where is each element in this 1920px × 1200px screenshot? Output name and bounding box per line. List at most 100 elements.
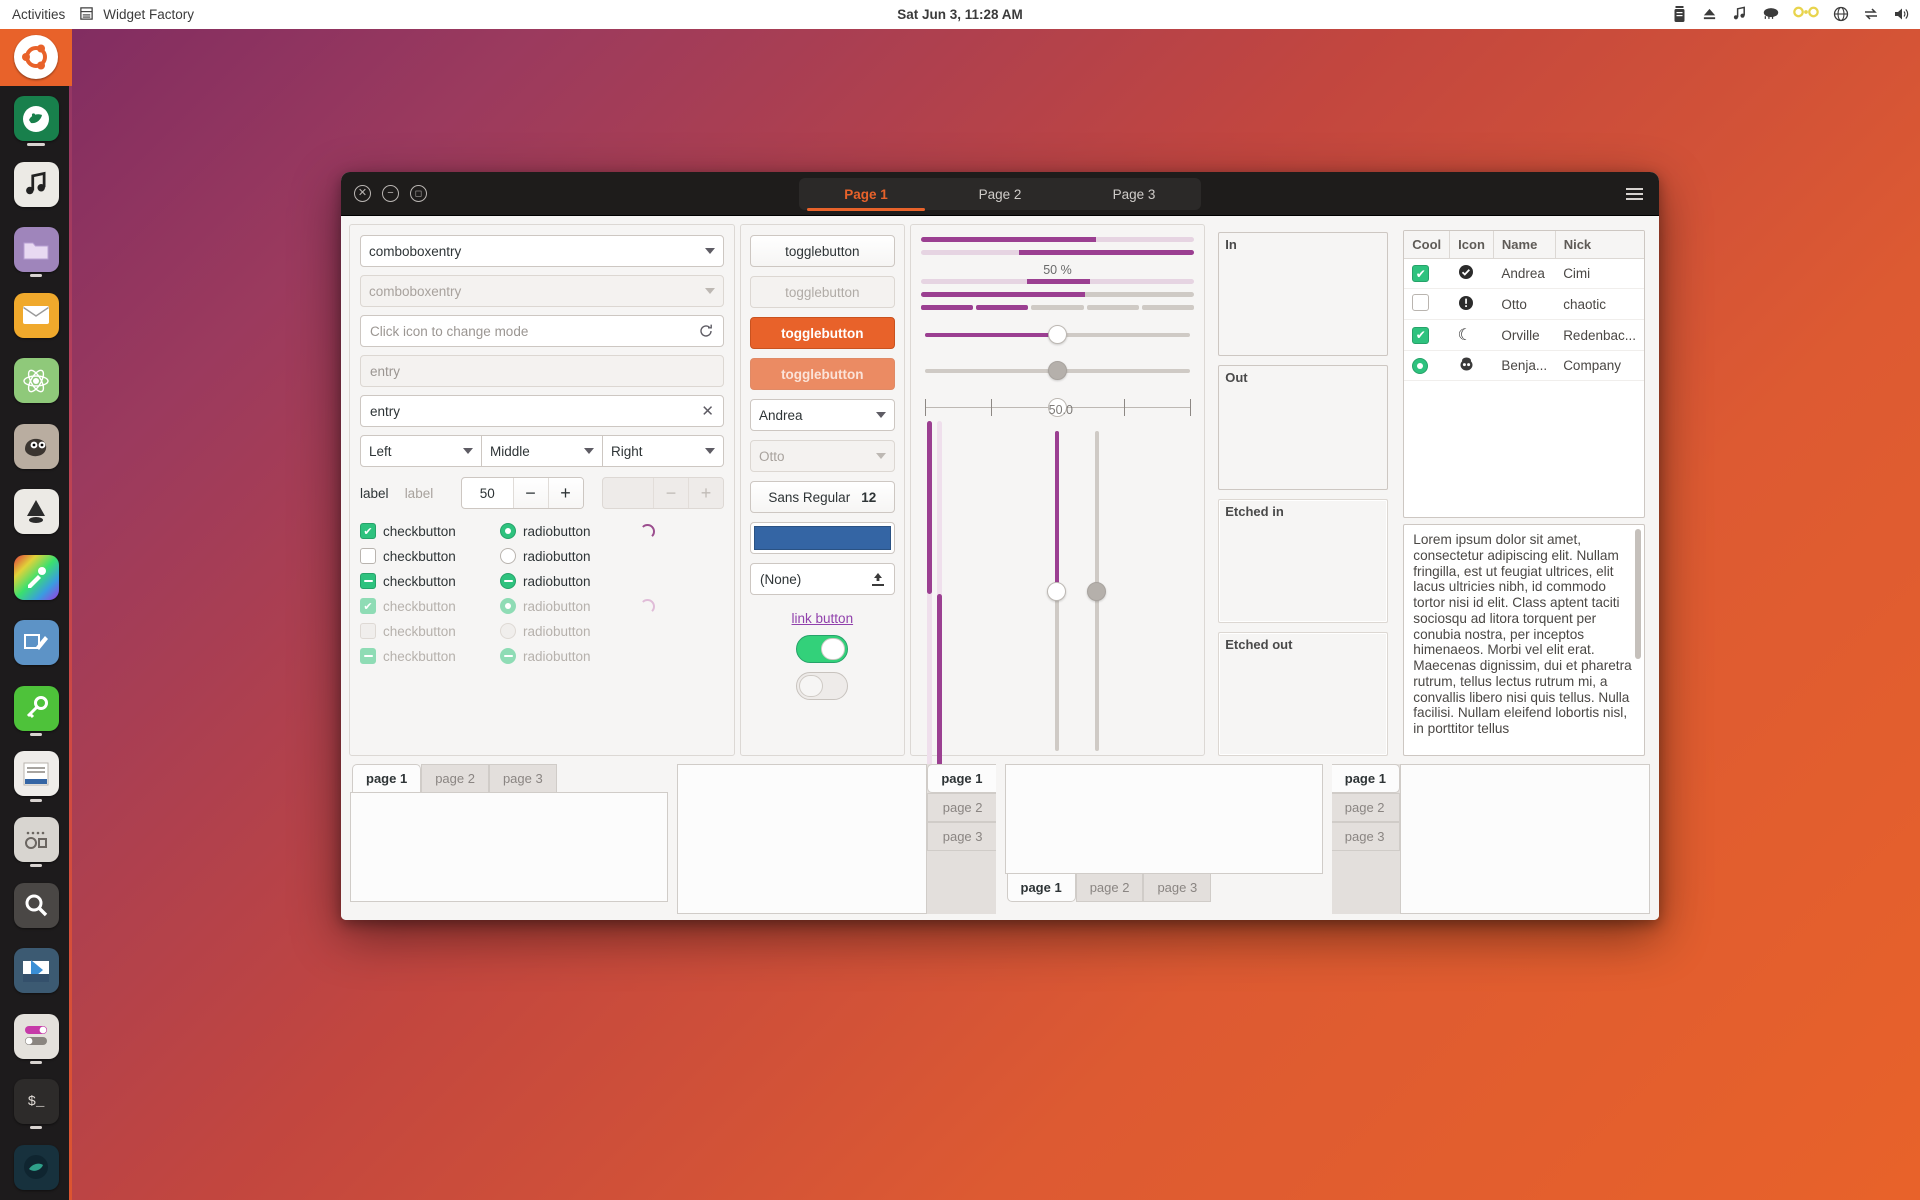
radiobutton-checked[interactable]: radiobutton xyxy=(500,523,640,539)
table-row[interactable]: ✔ Andrea Cimi xyxy=(1404,258,1644,289)
notebook-tab-page-2[interactable]: page 2 xyxy=(1075,874,1144,902)
radiobutton-unchecked[interactable]: radiobutton xyxy=(500,548,640,564)
column-header-cool[interactable]: Cool xyxy=(1404,231,1451,259)
icon-mode-entry[interactable]: Click icon to change mode xyxy=(360,315,724,347)
scale-knob xyxy=(1086,582,1106,601)
notebook-tab-page-3[interactable]: page 3 xyxy=(1143,874,1212,902)
column-header-name[interactable]: Name xyxy=(1493,231,1556,259)
radiobutton-mixed[interactable]: radiobutton xyxy=(500,573,640,589)
system-tray[interactable] xyxy=(1672,6,1910,23)
tab-page-1[interactable]: Page 1 xyxy=(799,178,933,211)
running-indicator xyxy=(30,798,42,802)
dock-item-text-editor[interactable] xyxy=(0,741,72,807)
switch-on[interactable] xyxy=(796,635,849,663)
hamburger-menu-icon[interactable] xyxy=(1626,187,1643,200)
notebook-tab-page-2[interactable]: page 2 xyxy=(927,793,996,822)
dock-item-color-picker[interactable] xyxy=(0,545,72,611)
row-radio[interactable] xyxy=(1412,358,1429,374)
dock-item-rhythmbox[interactable] xyxy=(0,151,72,217)
dock-item-toggles-app[interactable] xyxy=(0,1003,72,1069)
notebook-tab-page-3[interactable]: page 3 xyxy=(488,764,557,792)
dock-item-firefox[interactable] xyxy=(0,86,72,152)
tab-page-3[interactable]: Page 3 xyxy=(1067,178,1201,210)
notebook-tab-page-3[interactable]: page 3 xyxy=(1331,822,1400,851)
rhythmbox-icon xyxy=(13,161,59,207)
spinbutton-decrement[interactable]: − xyxy=(512,478,548,508)
checkbutton-checked[interactable]: ✔ checkbutton xyxy=(360,523,500,539)
link-button[interactable]: link button xyxy=(750,611,895,626)
dock-item-screenshot-tool[interactable] xyxy=(0,610,72,676)
combo-left[interactable]: Left xyxy=(360,435,482,467)
notebook-tab-page-1[interactable]: page 1 xyxy=(1331,764,1400,793)
vscode-icon xyxy=(13,948,59,994)
activities-button[interactable]: Activities xyxy=(12,7,65,22)
combo-right[interactable]: Right xyxy=(603,435,724,467)
table-row[interactable]: Otto chaotic xyxy=(1404,288,1644,320)
close-button[interactable]: ✕ xyxy=(354,185,371,202)
battery-icon xyxy=(1672,6,1689,23)
treeview[interactable]: Cool Icon Name Nick ✔ Andrea Cimi Otto c… xyxy=(1403,230,1645,518)
notebook-tab-page-1[interactable]: page 1 xyxy=(1006,874,1076,902)
spinbutton-value[interactable]: 50 xyxy=(462,478,512,508)
dock-item-thunderbird[interactable] xyxy=(0,282,72,348)
switch-off[interactable] xyxy=(796,672,849,700)
dock-item-science-app[interactable] xyxy=(0,348,72,414)
horizontal-scale-1[interactable] xyxy=(924,322,1191,348)
comboboxentry-1[interactable]: comboboxentry xyxy=(360,235,724,267)
column-header-icon[interactable]: Icon xyxy=(1449,231,1494,259)
row-checkbox[interactable] xyxy=(1412,294,1430,311)
checkbutton-unchecked[interactable]: checkbutton xyxy=(360,548,500,564)
color-chooser-button[interactable] xyxy=(750,522,895,554)
refresh-icon[interactable] xyxy=(698,323,714,339)
spinbutton[interactable]: 50 − + xyxy=(461,477,584,509)
dock-item-settings-panel[interactable] xyxy=(0,807,72,873)
font-chooser-button[interactable]: Sans Regular 12 xyxy=(750,481,895,513)
dock-item-password-manager[interactable] xyxy=(0,676,72,742)
dock-item-search-tool[interactable] xyxy=(0,872,72,938)
dock-item-inkscape[interactable] xyxy=(0,479,72,545)
switch-knob xyxy=(799,675,824,697)
row-checkbox[interactable]: ✔ xyxy=(1412,265,1430,282)
notebook-tab-page-3[interactable]: page 3 xyxy=(927,822,996,851)
notebook-tab-page-1[interactable]: page 1 xyxy=(352,764,422,792)
frame-etched-in: Etched in xyxy=(1218,498,1389,623)
scale-knob[interactable] xyxy=(1046,582,1066,601)
notebook-tab-page-1[interactable]: page 1 xyxy=(927,764,996,793)
column-header-nick[interactable]: Nick xyxy=(1555,231,1644,259)
notebook-tab-page-2[interactable]: page 2 xyxy=(421,764,489,792)
notebook-tab-page-2[interactable]: page 2 xyxy=(1331,793,1400,822)
entry-with-clear[interactable]: entry ✕ xyxy=(360,395,724,427)
clear-icon[interactable]: ✕ xyxy=(701,402,714,420)
row-checkbox[interactable]: ✔ xyxy=(1412,326,1430,344)
name-combobox[interactable]: Andrea xyxy=(750,399,895,431)
textview-content: Lorem ipsum dolor sit amet, consectetur … xyxy=(1413,532,1632,737)
dock-item-terminal[interactable]: $_ xyxy=(0,1069,72,1135)
checkbox-icon: ✔ xyxy=(360,598,376,614)
table-row[interactable]: ✔ ☾ Orville Redenbac... xyxy=(1404,319,1644,351)
spinbutton-increment[interactable]: + xyxy=(547,478,583,508)
vertical-scale-1[interactable] xyxy=(1046,431,1068,751)
checkbutton-unchecked-disabled: checkbutton xyxy=(360,623,500,639)
textview[interactable]: Lorem ipsum dolor sit amet, consectetur … xyxy=(1403,524,1645,756)
checkbutton-mixed[interactable]: checkbutton xyxy=(360,573,500,589)
ubuntu-logo-icon xyxy=(14,35,58,80)
scale-knob[interactable] xyxy=(1048,325,1068,344)
tab-page-2[interactable]: Page 2 xyxy=(933,178,1067,210)
active-app-indicator[interactable]: Widget Factory xyxy=(79,6,194,24)
table-row[interactable]: Benja... Company xyxy=(1404,350,1644,381)
combo-middle[interactable]: Middle xyxy=(482,435,603,467)
dock-item-vscode[interactable] xyxy=(0,938,72,1004)
file-chooser-button[interactable]: (None) xyxy=(750,563,895,595)
minimize-button[interactable]: − xyxy=(382,185,399,202)
togglebutton-normal[interactable]: togglebutton xyxy=(750,235,895,267)
textview-scrollbar[interactable] xyxy=(1635,529,1641,659)
dock-item-gimp[interactable] xyxy=(0,413,72,479)
dock-item-globe-app[interactable] xyxy=(0,1134,72,1200)
dock-item-ubuntu-logo[interactable] xyxy=(0,29,72,86)
notebook-tab-strip: page 1 page 2 page 3 xyxy=(927,764,996,914)
radiobutton-checked-disabled: radiobutton xyxy=(500,598,640,614)
clock[interactable]: Sat Jun 3, 11:28 AM xyxy=(897,7,1023,22)
togglebutton-active[interactable]: togglebutton xyxy=(750,317,895,349)
maximize-button[interactable]: ◻ xyxy=(410,185,427,202)
dock-item-files[interactable] xyxy=(0,217,72,283)
